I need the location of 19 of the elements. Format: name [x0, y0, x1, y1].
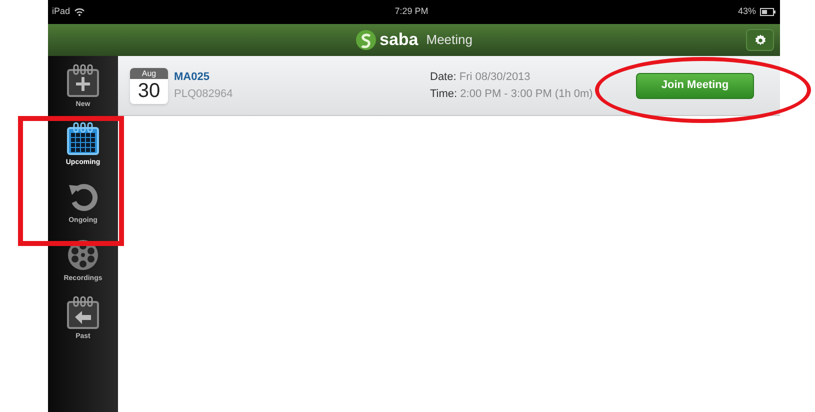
brand-name: saba: [380, 29, 418, 52]
meeting-name[interactable]: MA025: [174, 69, 344, 86]
wifi-icon: [74, 8, 86, 16]
logo-icon: [356, 30, 376, 50]
meeting-date: Date: Fri 08/30/2013: [430, 70, 532, 85]
settings-button[interactable]: [746, 29, 774, 51]
meeting-time: Time: 2:00 PM - 3:00 PM (1h 0m): [430, 86, 594, 102]
battery-percent: 43%: [738, 5, 756, 18]
calendar-plus-icon: [66, 64, 100, 98]
clock: 7:29 PM: [394, 5, 428, 18]
device-name: iPad: [52, 5, 70, 18]
meeting-code: PLQ082964: [174, 86, 234, 102]
battery-icon: [760, 8, 776, 16]
date-badge: Aug 30: [130, 68, 168, 104]
calendar-back-arrow-icon: [66, 296, 100, 330]
calendar-icon: [66, 122, 100, 156]
settings-icon: [754, 34, 766, 46]
app-title: Meeting: [426, 31, 472, 50]
film-reel-icon: [66, 238, 100, 272]
